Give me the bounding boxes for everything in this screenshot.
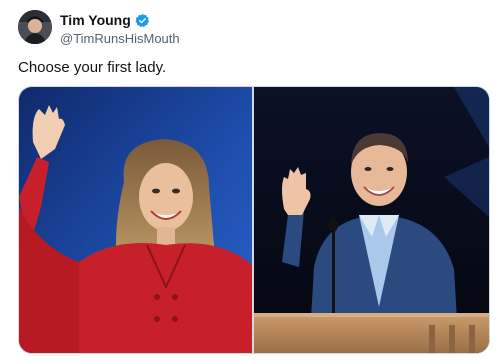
tweet-card[interactable]: Tim Young @TimRunsHisMouth Choose your f… (0, 0, 500, 364)
tweet-text: Choose your first lady. (18, 59, 167, 76)
man-at-podium-waving-icon (254, 87, 489, 353)
avatar[interactable] (18, 10, 52, 44)
avatar-photo-icon (18, 10, 52, 44)
tweet-media-grid (18, 86, 490, 354)
photo-right[interactable] (254, 87, 489, 353)
woman-in-red-waving-icon (19, 87, 252, 353)
verified-badge-icon[interactable] (135, 13, 150, 28)
tweet-header: Tim Young @TimRunsHisMouth (18, 10, 488, 46)
author-names: Tim Young @TimRunsHisMouth (60, 12, 180, 47)
display-name[interactable]: Tim Young (60, 12, 131, 29)
photo-left[interactable] (19, 87, 252, 353)
user-handle[interactable]: @TimRunsHisMouth (60, 30, 180, 47)
